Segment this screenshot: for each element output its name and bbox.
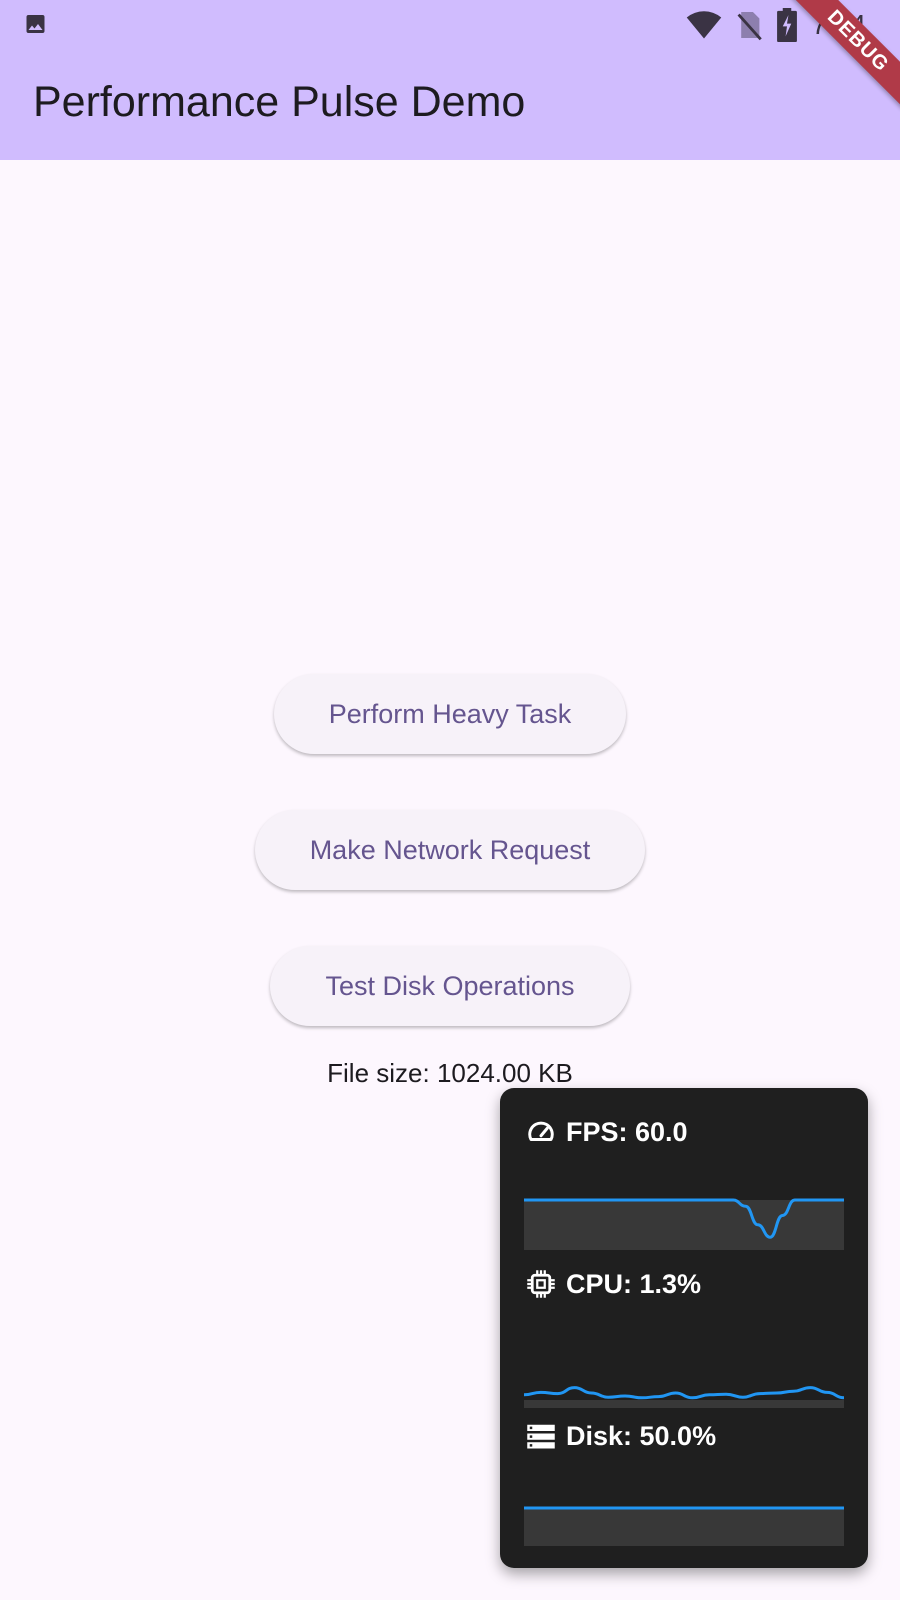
test-disk-operations-button[interactable]: Test Disk Operations [270, 946, 630, 1026]
storage-icon [527, 1424, 555, 1449]
cpu-label: CPU: 1.3% [566, 1268, 702, 1299]
cpu-graph [524, 1386, 844, 1408]
cpu-chip-icon [527, 1270, 555, 1298]
make-network-request-button[interactable]: Make Network Request [255, 810, 645, 890]
perform-heavy-task-button[interactable]: Perform Heavy Task [274, 674, 626, 754]
disk-graph [524, 1506, 844, 1546]
fps-graph-background [524, 1200, 844, 1250]
performance-monitor-panel: FPS: 60.0 CPU: 1.3% Disk: 50.0% [500, 1088, 868, 1568]
status-bar: 7:04 [0, 0, 900, 50]
status-right: 7:04 [686, 8, 867, 42]
speedometer-icon [528, 1121, 554, 1141]
cpu-graph-background [524, 1400, 844, 1408]
image-icon [26, 15, 45, 33]
file-size-text: File size: 1024.00 KB [327, 1058, 573, 1088]
cpu-series-line [524, 1386, 844, 1400]
fps-graph [524, 1198, 844, 1250]
disk-graph-background [524, 1508, 844, 1546]
status-time: 7:04 [811, 9, 867, 40]
wifi-icon [686, 11, 721, 39]
cpu-metric: CPU: 1.3% [526, 1264, 701, 1304]
app-bar: 7:04 Performance Pulse Demo [0, 0, 900, 160]
disk-label: Disk: 50.0% [566, 1420, 717, 1451]
fps-metric: FPS: 60.0 [526, 1112, 688, 1152]
fps-label: FPS: 60.0 [566, 1116, 688, 1147]
disk-metric: Disk: 50.0% [526, 1416, 716, 1456]
no-sim-icon [737, 12, 762, 41]
app-title: Performance Pulse Demo [33, 78, 526, 126]
battery-charging-icon [776, 8, 797, 42]
